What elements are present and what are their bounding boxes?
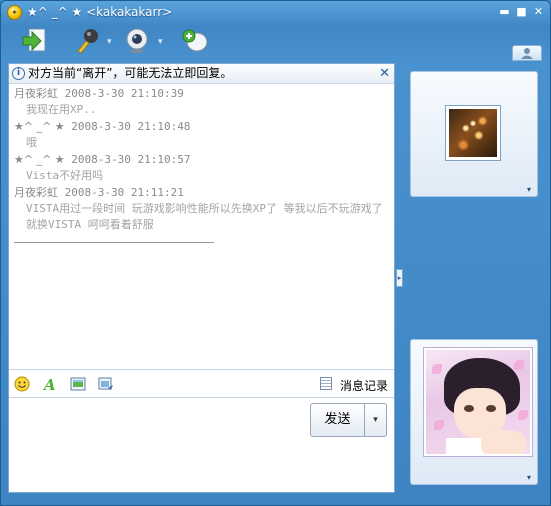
screenshot-icon[interactable] [70,376,86,392]
webcam-options-icon[interactable]: ▾ [158,37,163,47]
window-controls: ▬ ■ ✕ [497,5,546,19]
message-time: 2008-3-30 21:11:21 [64,186,184,199]
message-header: 月夜彩虹 2008-3-30 21:11:21 [14,185,390,201]
info-icon: i [12,67,25,80]
chevron-down-icon[interactable]: ▾ [527,185,531,194]
message-time: 2008-3-30 21:10:48 [71,120,191,133]
message-sender: 月夜彩虹 [14,87,58,100]
message-input[interactable]: 发送 ▾ [9,397,394,492]
my-avatar-image [426,350,530,454]
font-style-icon[interactable]: A [42,376,58,392]
chat-panel: i 对方当前“离开”，可能无法立即回复。 ✕ 月夜彩虹 2008-3-30 21… [8,63,395,493]
message-time: 2008-3-30 21:10:39 [64,87,184,100]
side-panel: ▾ ▾ [404,63,546,493]
send-button[interactable]: 发送 [310,403,365,437]
close-notice-button[interactable]: ✕ [379,64,390,83]
maximize-button[interactable]: ■ [514,5,529,19]
message-text: Vista不好用吗 [26,169,104,182]
webcam-icon[interactable] [123,27,151,55]
add-contact-icon[interactable] [181,27,209,55]
message-time: 2008-3-30 21:10:57 [71,153,191,166]
contact-avatar-panel: ▾ [410,71,538,197]
emoticon-icon[interactable] [14,376,30,392]
microphone-options-icon[interactable]: ▾ [107,37,112,47]
close-button[interactable]: ✕ [531,5,546,19]
input-toolbar: A 消息记录 [9,369,394,397]
user-icon [521,48,533,59]
message-divider [14,242,214,243]
message-sender: ★^ _^ ★ [14,120,65,133]
send-image-icon[interactable] [98,376,114,392]
my-avatar-panel: ▾ [410,339,538,485]
my-avatar[interactable] [423,347,533,457]
message-sender: ★^ _^ ★ [14,153,65,166]
collapse-sidebar-handle[interactable]: ▸ [396,269,403,287]
send-button-group: 发送 ▾ [310,403,387,437]
contact-avatar[interactable] [445,105,501,161]
message-header: ★^ _^ ★ 2008-3-30 21:10:57 [14,152,390,168]
chat-toolbar: ▾ ▾ [1,25,396,61]
chat-window: ✦ ★^ _^ ★ <kakakakarr> ▬ ■ ✕ ▾ ▾ i 对方当前“… [0,0,551,506]
message-sender: 月夜彩虹 [14,186,58,199]
microphone-icon[interactable] [74,27,102,55]
title-bar[interactable]: ✦ ★^ _^ ★ <kakakakarr> ▬ ■ ✕ [1,1,550,25]
message-history-button[interactable]: 消息记录 [340,377,388,394]
send-options-button[interactable]: ▾ [365,403,387,437]
minimize-button[interactable]: ▬ [497,5,512,19]
qq-logo-icon[interactable]: ✦ [7,5,22,20]
transfer-file-icon[interactable] [21,27,49,55]
chevron-down-icon[interactable]: ▾ [527,473,531,482]
message-text: 哦 [26,136,37,149]
window-title: ★^ _^ ★ <kakakakarr> [27,5,173,19]
show-video-tab[interactable] [512,45,542,61]
svg-text:A: A [42,376,56,392]
contact-avatar-image [449,109,497,157]
message-header: ★^ _^ ★ 2008-3-30 21:10:48 [14,119,390,135]
message-history-icon[interactable] [320,377,332,390]
message-history[interactable]: 月夜彩虹 2008-3-30 21:10:39 我现在用XP.. ★^ _^ ★… [14,86,390,366]
message-text: 我现在用XP.. [26,103,97,116]
away-notice: i 对方当前“离开”，可能无法立即回复。 ✕ [9,64,394,84]
message-header: 月夜彩虹 2008-3-30 21:10:39 [14,86,390,102]
away-notice-text: 对方当前“离开”，可能无法立即回复。 [28,66,233,80]
message-text: VISTA用过一段时间 玩游戏影响性能所以先换XP了 等我以后不玩游戏了就换VI… [26,202,383,231]
